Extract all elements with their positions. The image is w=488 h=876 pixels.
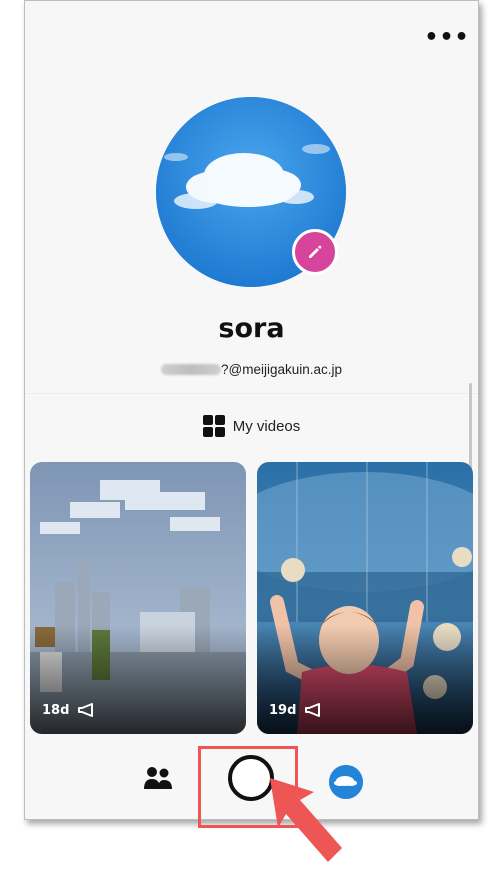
section-divider [25,393,478,394]
edit-avatar-button[interactable] [292,229,338,275]
screenshot-stage: ••• sora ?@meijigakuin.ac.jp My videos 1… [0,0,488,876]
profile-username: sora [218,313,285,344]
phone-screen: ••• sora ?@meijigakuin.ac.jp My videos 1… [24,0,479,820]
video-card[interactable]: 19d [257,462,473,734]
email-redacted-blur [160,363,221,375]
profile-email: ?@meijigakuin.ac.jp [25,359,478,379]
profile-avatar-wrap [156,97,346,287]
megaphone-icon [78,703,94,717]
more-options-icon[interactable]: ••• [424,25,468,50]
people-icon[interactable] [143,765,173,791]
megaphone-icon [305,703,321,717]
grid-icon [202,415,225,437]
video-age: 19d [269,702,324,718]
video-thumbnail [257,462,473,734]
my-videos-label: My videos [232,417,301,435]
pencil-icon [309,245,322,258]
profile-email-text: ?@meijigakuin.ac.jp [220,361,342,377]
video-age-label: 19d [269,702,297,718]
video-card[interactable]: 18d [30,462,246,734]
video-age-label: 18d [42,702,70,718]
my-videos-tab[interactable]: My videos [25,413,478,439]
pointer-arrow-icon [270,778,342,862]
video-thumbnail [30,462,246,734]
video-age: 18d [42,702,97,718]
